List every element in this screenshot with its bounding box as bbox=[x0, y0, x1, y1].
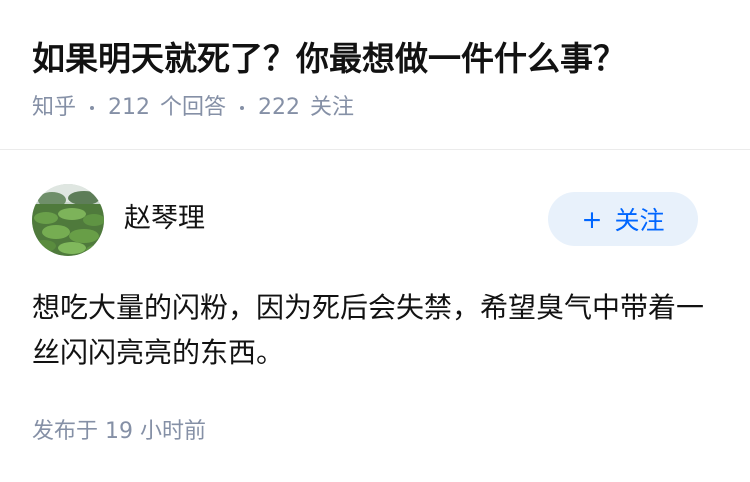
time-value: 19 小时前 bbox=[105, 419, 207, 444]
time-prefix: 发布于 bbox=[32, 419, 99, 444]
answer-timestamp: 发布于 19 小时前 bbox=[32, 417, 206, 447]
follow-button-label: 关注 bbox=[614, 206, 665, 235]
followers-label: 关注 bbox=[310, 95, 355, 120]
followers-count: 222 bbox=[258, 95, 301, 120]
plus-icon: + bbox=[581, 204, 603, 234]
source-label[interactable]: 知乎 bbox=[32, 92, 76, 124]
answer-card: 赵琴理 + 关注 想吃大量的闪粉，因为死后会失禁，希望臭气中带着一丝闪闪亮亮的东… bbox=[0, 151, 750, 482]
avatar[interactable] bbox=[32, 184, 104, 256]
follow-button[interactable]: + 关注 bbox=[548, 192, 698, 246]
meta-separator-dot bbox=[90, 106, 95, 110]
question-header: 如果明天就死了？你最想做一件什么事？ 知乎 212 个回答 222 关注 bbox=[0, 0, 750, 150]
avatar-image bbox=[32, 184, 104, 256]
answers-count: 212 bbox=[108, 95, 151, 120]
question-meta: 知乎 212 个回答 222 关注 bbox=[32, 92, 354, 124]
author-name[interactable]: 赵琴理 bbox=[124, 200, 205, 238]
answer-content[interactable]: 想吃大量的闪粉，因为死后会失禁，希望臭气中带着一丝闪闪亮亮的东西。 bbox=[32, 285, 712, 375]
meta-separator-dot bbox=[240, 106, 245, 110]
answers-label: 个回答 bbox=[160, 95, 227, 120]
author-row: 赵琴理 + 关注 bbox=[32, 184, 718, 256]
question-title[interactable]: 如果明天就死了？你最想做一件什么事？ bbox=[32, 36, 626, 82]
